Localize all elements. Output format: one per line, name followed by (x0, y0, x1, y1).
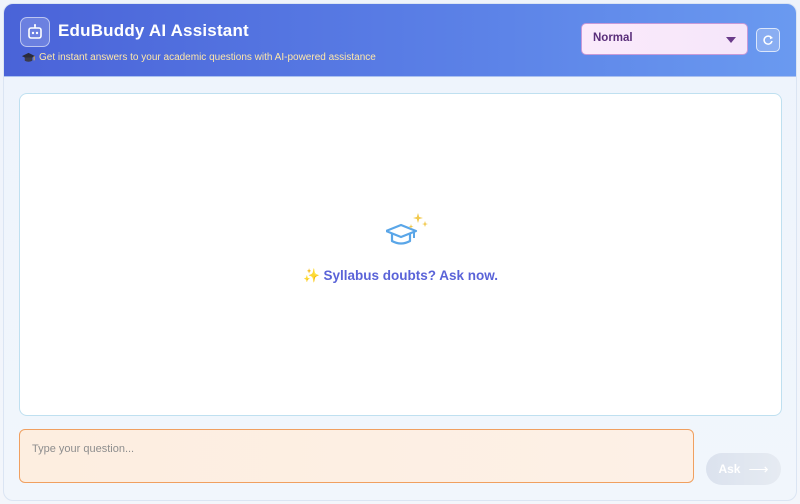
app-window: EduBuddy AI Assistant Get instant answer… (3, 3, 797, 501)
chevron-down-icon (726, 37, 736, 43)
chat-area: ✨ Syllabus doubts? Ask now. (19, 93, 782, 416)
ask-button[interactable]: Ask ⟶ (706, 453, 781, 485)
header: EduBuddy AI Assistant Get instant answer… (4, 4, 796, 77)
refresh-icon (763, 35, 773, 45)
empty-state: ✨ Syllabus doubts? Ask now. (20, 94, 781, 415)
empty-state-text: ✨ Syllabus doubts? Ask now. (302, 268, 499, 283)
question-input[interactable] (19, 429, 694, 483)
ask-button-label: Ask (718, 462, 741, 476)
mode-select[interactable]: Normal (581, 23, 748, 55)
graduation-cap-icon (21, 52, 36, 62)
arrow-right-icon: ⟶ (748, 460, 769, 477)
graduation-cap-sparkle-icon (386, 213, 428, 245)
logo (20, 17, 50, 47)
robot-icon (28, 24, 42, 39)
mode-select-value: Normal (593, 32, 633, 44)
refresh-button[interactable] (756, 28, 780, 52)
app-title: EduBuddy AI Assistant (58, 21, 249, 40)
app-subtitle: Get instant answers to your academic que… (39, 52, 376, 63)
